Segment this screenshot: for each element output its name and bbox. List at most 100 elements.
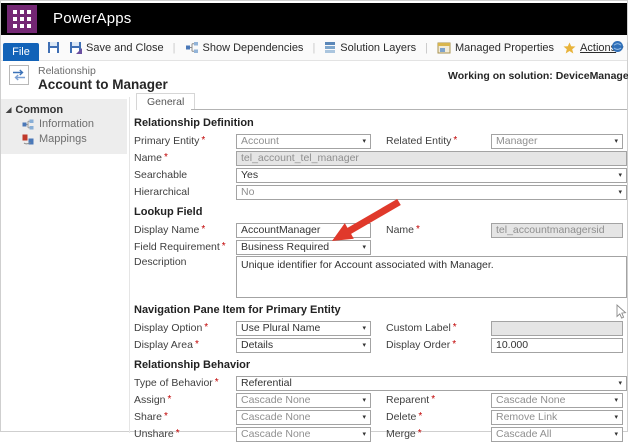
solution-layers-button[interactable]: Solution Layers — [324, 41, 416, 54]
primary-entity-select[interactable]: Account ▾ — [236, 133, 371, 149]
section-title: Lookup Field — [134, 206, 203, 218]
save-button[interactable] — [47, 41, 60, 54]
sidebar-item-mappings[interactable]: Mappings — [6, 131, 127, 146]
type-of-behavior-select[interactable]: Referential ▾ — [236, 375, 627, 391]
dropdown-arrow-icon: ▾ — [362, 414, 366, 421]
required-marker: * — [167, 394, 172, 405]
field-label: Description — [134, 256, 187, 268]
navigation-sidebar: ◢ Common Information Mappings — [1, 99, 127, 154]
field-label: Primary Entity — [134, 135, 200, 147]
sidebar-item-information[interactable]: Information — [6, 116, 127, 131]
required-marker: * — [431, 394, 436, 405]
field-label: Custom Label — [386, 322, 451, 334]
field-requirement-select[interactable]: Business Required ▾ — [236, 239, 371, 255]
assign-select[interactable]: Cascade None ▾ — [236, 392, 371, 408]
required-marker: * — [416, 224, 420, 235]
display-name-input[interactable] — [236, 222, 371, 238]
relationship-form: Relationship Definition Primary Entity * … — [134, 113, 627, 443]
related-entity-select[interactable]: Manager ▾ — [491, 133, 623, 149]
tab-general[interactable]: General — [136, 93, 196, 110]
dropdown-arrow-icon: ▾ — [362, 244, 366, 251]
save-and-close-button[interactable]: Save and Close — [69, 41, 164, 54]
section-title: Navigation Pane Item for Primary Entity — [134, 304, 341, 316]
field-label: Searchable — [134, 169, 188, 181]
dropdown-arrow-icon: ▾ — [614, 138, 618, 145]
required-marker: * — [201, 224, 206, 235]
form-row: Type of Behavior * Referential ▾ — [134, 375, 627, 391]
form-row: Display Option * Use Plural Name ▾ Custom … — [134, 320, 627, 336]
file-button[interactable]: File — [3, 43, 39, 61]
required-marker: * — [221, 241, 226, 252]
help-icon — [612, 41, 623, 52]
merge-select[interactable]: Cascade All ▾ — [491, 426, 623, 442]
display-area-select[interactable]: Details ▾ — [236, 337, 371, 353]
required-marker: * — [194, 339, 199, 350]
form-row: Field Requirement * Business Required ▾ — [134, 239, 627, 255]
dropdown-arrow-icon: ▾ — [618, 189, 622, 196]
help-button[interactable]: H — [611, 40, 628, 53]
display-option-select[interactable]: Use Plural Name ▾ — [236, 320, 371, 336]
dropdown-arrow-icon: ▾ — [618, 172, 622, 179]
dropdown-arrow-icon: ▾ — [614, 431, 618, 438]
app-title: PowerApps — [53, 10, 132, 27]
sidebar-divider — [129, 97, 130, 433]
custom-label-input[interactable] — [491, 320, 623, 336]
field-label: Related Entity — [386, 135, 452, 147]
waffle-icon — [13, 10, 31, 28]
form-row: Display Name* Name* — [134, 222, 627, 238]
save-icon — [48, 42, 59, 53]
actions-icon — [563, 42, 576, 53]
mappings-icon — [22, 134, 34, 144]
working-on-solution-label: Working on solution: DeviceManagem — [448, 70, 628, 82]
sidebar-group-common[interactable]: ◢ Common — [6, 104, 127, 116]
name-input[interactable] — [236, 150, 627, 166]
field-label: Name — [134, 152, 163, 164]
field-label: Delete — [386, 411, 417, 423]
solution-layers-icon — [325, 42, 336, 53]
managed-properties-icon — [437, 42, 451, 53]
dropdown-arrow-icon: ▾ — [614, 397, 618, 404]
information-icon — [22, 119, 34, 129]
required-marker: * — [453, 135, 458, 146]
field-label: Share — [134, 411, 163, 423]
dropdown-arrow-icon: ▾ — [362, 431, 366, 438]
reparent-select[interactable]: Cascade None ▾ — [491, 392, 623, 408]
app-launcher-button[interactable] — [7, 5, 37, 33]
required-marker: * — [204, 322, 209, 333]
command-toolbar: File Save and Close | Show Dependencies … — [1, 35, 628, 61]
field-label: Field Requirement — [134, 241, 220, 253]
hierarchical-select[interactable]: No ▾ — [236, 184, 627, 200]
field-label: Merge — [386, 428, 416, 440]
form-row: Display Area * Details ▾ Display Order * — [134, 337, 627, 353]
form-row: Description Unique identifier for Accoun… — [134, 256, 627, 298]
dropdown-arrow-icon: ▾ — [362, 325, 366, 332]
lookup-name-input[interactable] — [491, 222, 623, 238]
share-select[interactable]: Cascade None ▾ — [236, 409, 371, 425]
app-header-bar: PowerApps — [1, 3, 627, 35]
required-marker: * — [164, 411, 168, 422]
show-dependencies-button[interactable]: Show Dependencies — [185, 41, 303, 54]
field-label: Hierarchical — [134, 186, 190, 198]
delete-select[interactable]: Remove Link ▾ — [491, 409, 623, 425]
searchable-select[interactable]: Yes ▾ — [236, 167, 627, 183]
form-row: Assign * Cascade None ▾ Reparent * Cascade … — [134, 392, 627, 408]
dropdown-arrow-icon: ▾ — [614, 414, 618, 421]
required-marker: * — [417, 428, 422, 439]
dropdown-arrow-icon: ▾ — [362, 138, 366, 145]
display-order-input[interactable] — [491, 337, 623, 353]
field-label: Display Name — [134, 224, 200, 236]
relationship-icon — [9, 65, 29, 88]
toolbar-separator: | — [172, 41, 176, 54]
unshare-select[interactable]: Cascade None ▾ — [236, 426, 371, 442]
field-label: Display Option — [134, 322, 203, 334]
description-textarea[interactable]: Unique identifier for Account associated… — [236, 256, 627, 298]
field-label: Type of Behavior — [134, 377, 213, 389]
section-title: Relationship Definition — [134, 117, 254, 129]
page-title: Account to Manager — [38, 77, 168, 92]
managed-properties-button[interactable]: Managed Properties — [437, 42, 554, 54]
dropdown-arrow-icon: ▾ — [362, 397, 366, 404]
required-marker: * — [418, 411, 423, 422]
section-title: Relationship Behavior — [134, 359, 251, 371]
form-row: Hierarchical No ▾ — [134, 184, 627, 200]
expander-icon: ◢ — [6, 107, 12, 114]
